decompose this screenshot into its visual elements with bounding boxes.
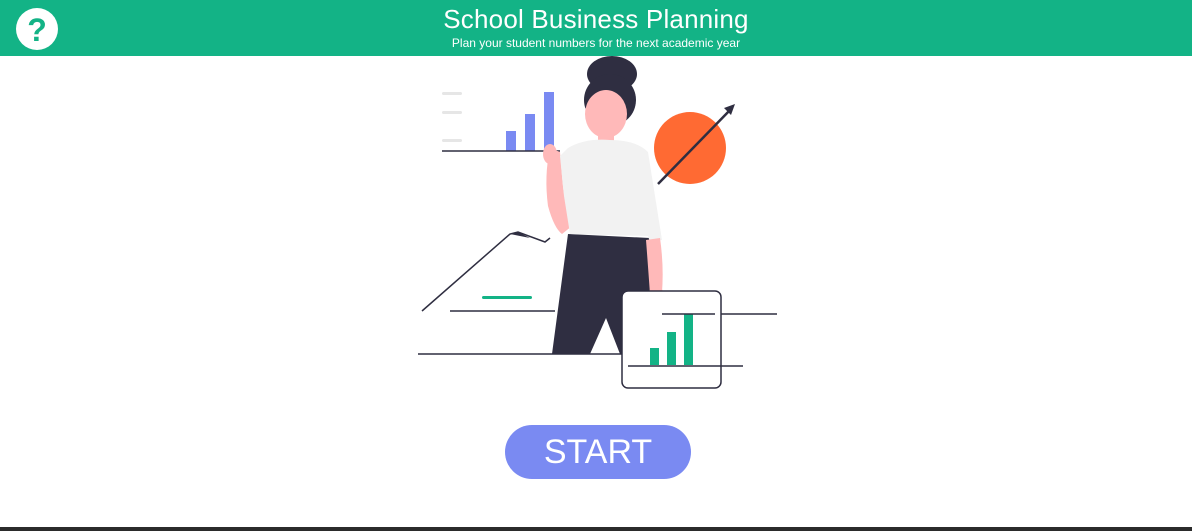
header-bar: ? School Business Planning Plan your stu… xyxy=(0,0,1192,56)
top-bar-chart xyxy=(442,92,560,152)
page-title: School Business Planning xyxy=(443,4,749,34)
framed-bar-chart xyxy=(621,290,743,389)
business-growth-illustration xyxy=(418,56,777,389)
start-button[interactable]: START xyxy=(505,425,691,479)
growth-arrow-circle xyxy=(654,104,735,185)
page: ? School Business Planning Plan your stu… xyxy=(0,0,1192,531)
line-chart xyxy=(421,231,555,312)
bottom-edge xyxy=(0,527,1192,531)
page-subtitle: Plan your student numbers for the next a… xyxy=(451,36,741,50)
